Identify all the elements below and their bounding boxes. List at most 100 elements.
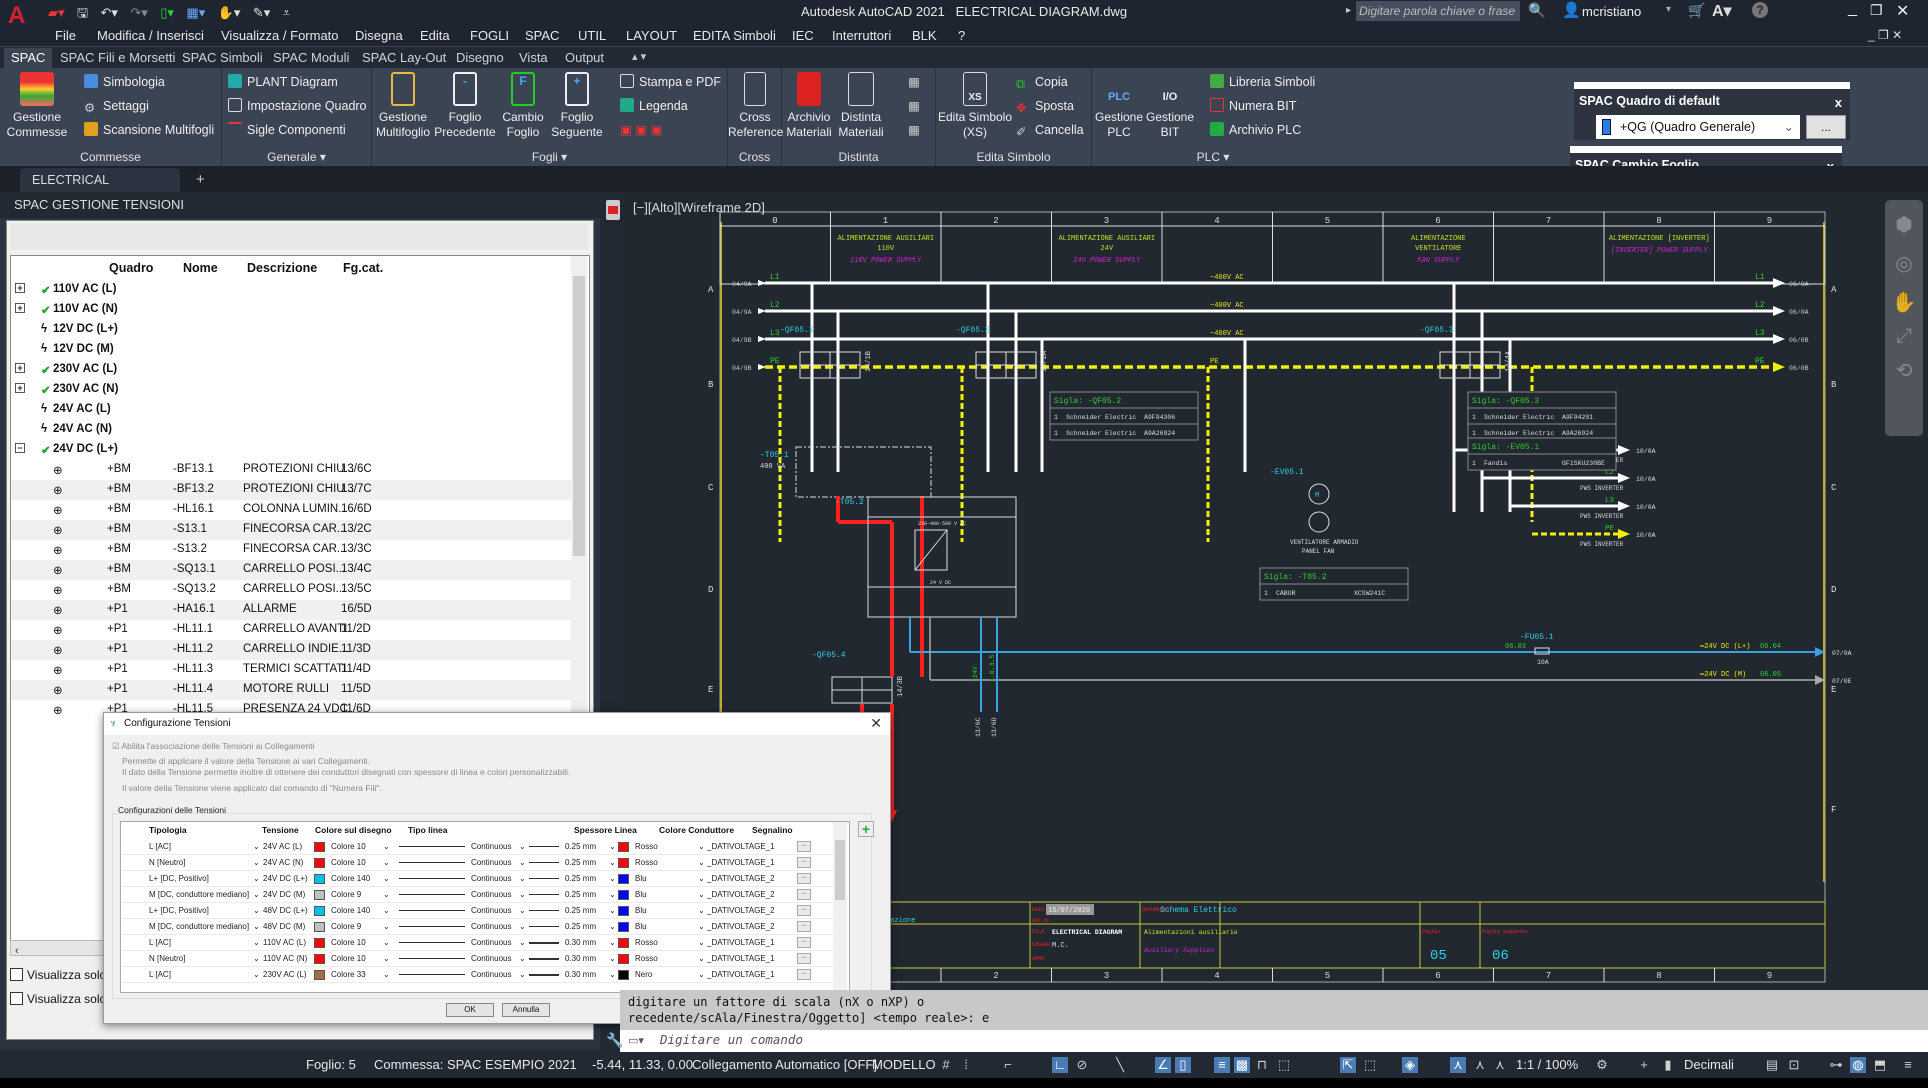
snap-icon[interactable]: ⁞ [958,1057,974,1073]
tree-group-row[interactable]: ϟ 24V AC (L) [11,400,571,420]
tipologia-select[interactable]: L+ [DC, Positivo] [149,906,209,915]
tipo-linea-select[interactable]: Continuous [471,842,511,851]
tipologia-select[interactable]: M [DC, conduttore mediano] [149,890,249,899]
col-fgcat[interactable]: Fg.cat. [343,261,383,275]
cambio-foglio-button[interactable]: F Cambio Foglio [498,72,548,140]
tab-spac[interactable]: SPAC [4,48,53,68]
user-name[interactable]: mcristiano [1582,4,1641,19]
segnalino-browse-button[interactable]: ... [797,857,811,868]
command-prompt-icon[interactable]: ▭▾ [628,1034,644,1047]
cross-reference-button[interactable]: Cross Reference [728,72,783,140]
tree-group-row[interactable]: ϟ 12V DC (M) [11,340,571,360]
segnalino-select[interactable]: _DATIVOLTAGE_1 [707,970,775,979]
conduttore-select[interactable]: Rosso [635,842,658,851]
spessore-select[interactable]: 0.25 mm [565,874,596,883]
status-collegamento[interactable]: Collegamento Automatico [OFF] [692,1057,877,1072]
expand-toggle-icon[interactable]: + [15,303,25,313]
help-icon[interactable]: ? [1752,2,1768,18]
conduttore-select[interactable]: Blu [635,906,647,915]
osnap-icon[interactable]: ▯ [1175,1057,1191,1073]
menu-interruttori[interactable]: Interruttori [832,28,891,43]
tipologia-select[interactable]: L+ [DC, Positivo] [149,874,209,883]
tree-child-row[interactable]: ⊕ +BM -BF13.1 PROTEZIONI CHIU... 13/6C [11,460,571,480]
grid-scrollbar[interactable] [833,822,847,992]
autodesk-app-icon[interactable]: A▾ [1712,1,1732,21]
isolate-objects-icon[interactable]: ⊶ [1828,1057,1844,1073]
group-label[interactable]: PLC ▾ [1092,150,1334,164]
tipo-linea-select[interactable]: Continuous [471,970,511,979]
table-icon[interactable]: ▦ [908,72,920,92]
colore-select[interactable]: Colore 9 [331,922,361,931]
menu-spac[interactable]: SPAC [525,28,559,43]
menu-edita[interactable]: Edita [420,28,450,43]
segnalino-select[interactable]: _DATIVOLTAGE_1 [707,954,775,963]
cancel-button[interactable]: Annulla [502,1003,550,1017]
voltage-row[interactable]: L+ [DC, Positivo] ⌄ 48V DC (L+) Colore 140 ⌄… [121,903,833,919]
close-icon[interactable]: ✕ [1896,1,1909,21]
colore-select[interactable]: Colore 10 [331,858,366,867]
group-label[interactable]: Fogli ▾ [372,150,727,164]
tree-child-row[interactable]: ⊕ +P1 -HL11.4 MOTORE RULLI 11/5D [11,680,571,700]
units-icon[interactable]: ▮ [1660,1057,1676,1073]
group-label[interactable]: Generale ▾ [222,150,371,164]
lock-ui-icon[interactable]: ⊡ [1786,1057,1802,1073]
segnalino-select[interactable]: _DATIVOLTAGE_1 [707,842,775,851]
quadro-browse-button[interactable]: ... [1806,115,1846,139]
tipologia-select[interactable]: N [Neutro] [149,858,185,867]
new-tab-icon[interactable]: + [196,171,205,188]
segnalino-select[interactable]: _DATIVOLTAGE_2 [707,874,775,883]
menu-disegna[interactable]: Disegna [355,28,403,43]
conduttore-select[interactable]: Nero [635,970,652,979]
tree-child-row[interactable]: ⊕ +P1 -HL11.1 CARRELLO AVANTI 11/2D [11,620,571,640]
spessore-select[interactable]: 0.30 mm [565,938,596,947]
view-controls[interactable]: [−][Alto][Wireframe 2D] [633,200,765,215]
tipologia-select[interactable]: M [DC, conduttore mediano] [149,922,249,931]
voltage-row[interactable]: N [Neutro] ⌄ 110V AC (N) Colore 10 ⌄ Continuo… [121,951,833,967]
segnalino-browse-button[interactable]: ... [797,969,811,980]
menu-help[interactable]: ? [958,28,965,43]
menu-layout[interactable]: LAYOUT [626,28,677,43]
infer-icon[interactable]: ⌐ [1000,1057,1016,1073]
colore-select[interactable]: Colore 10 [331,842,366,851]
distinta-materiali-button[interactable]: Distinta Materiali [834,72,888,140]
expand-toggle-icon[interactable]: + [15,383,25,393]
hardware-acceleration-icon[interactable]: ◍ [1850,1057,1866,1073]
spessore-select[interactable]: 0.25 mm [565,858,596,867]
col-nome[interactable]: Nome [183,261,218,275]
segnalino-browse-button[interactable]: ... [797,841,811,852]
segnalino-select[interactable]: _DATIVOLTAGE_2 [707,906,775,915]
spessore-select[interactable]: 0.25 mm [565,890,596,899]
menu-visualizza[interactable]: Visualizza / Formato [221,28,339,43]
cart-icon[interactable]: 🛒 [1688,2,1705,19]
gestione-commesse-button[interactable]: Gestione Commesse [4,72,70,140]
simbologia-button[interactable]: Simbologia [84,72,165,92]
tree-group-row[interactable]: − ✔ 24V DC (L+) [11,440,571,460]
spessore-select[interactable]: 0.25 mm [565,906,596,915]
menu-modifica[interactable]: Modifica / Inserisci [97,28,204,43]
ok-button[interactable]: OK [446,1003,494,1017]
dynamic-ucs-icon[interactable]: ⇱ [1340,1057,1356,1073]
copia-button[interactable]: ⧉ Copia [1016,72,1068,92]
workspace-gear-icon[interactable]: ⚙ [1594,1057,1610,1073]
sheet-tools[interactable]: ▣ ▣ ▣ [620,120,662,140]
tab-spac-moduli[interactable]: SPAC Moduli [266,48,356,68]
orbit-icon[interactable]: ⟲ [1885,358,1923,383]
customize-icon[interactable]: ≡ [1900,1057,1916,1073]
segnalino-select[interactable]: _DATIVOLTAGE_1 [707,858,775,867]
conduttore-select[interactable]: Blu [635,922,647,931]
colore-select[interactable]: Colore 140 [331,874,370,883]
scansione-button[interactable]: Scansione Multifogli [84,120,214,140]
tree-child-row[interactable]: ⊕ +BM -SQ13.1 CARRELLO POSI... 13/4C [11,560,571,580]
tree-group-row[interactable]: + ✔ 230V AC (N) [11,380,571,400]
tipo-linea-select[interactable]: Continuous [471,922,511,931]
spessore-select[interactable]: 0.25 mm [565,842,596,851]
libreria-simboli-button[interactable]: Libreria Simboli [1210,72,1315,92]
segnalino-browse-button[interactable]: ... [797,921,811,932]
foglio-precedente-button[interactable]: - Foglio Precedente [434,72,496,140]
menu-file[interactable]: File [55,28,76,43]
segnalino-select[interactable]: _DATIVOLTAGE_2 [707,922,775,931]
archivio-plc-button[interactable]: Archivio PLC [1210,120,1301,140]
segnalino-browse-button[interactable]: ... [797,889,811,900]
spessore-select[interactable]: 0.30 mm [565,970,596,979]
ortho-icon[interactable]: ∟ [1052,1057,1068,1073]
